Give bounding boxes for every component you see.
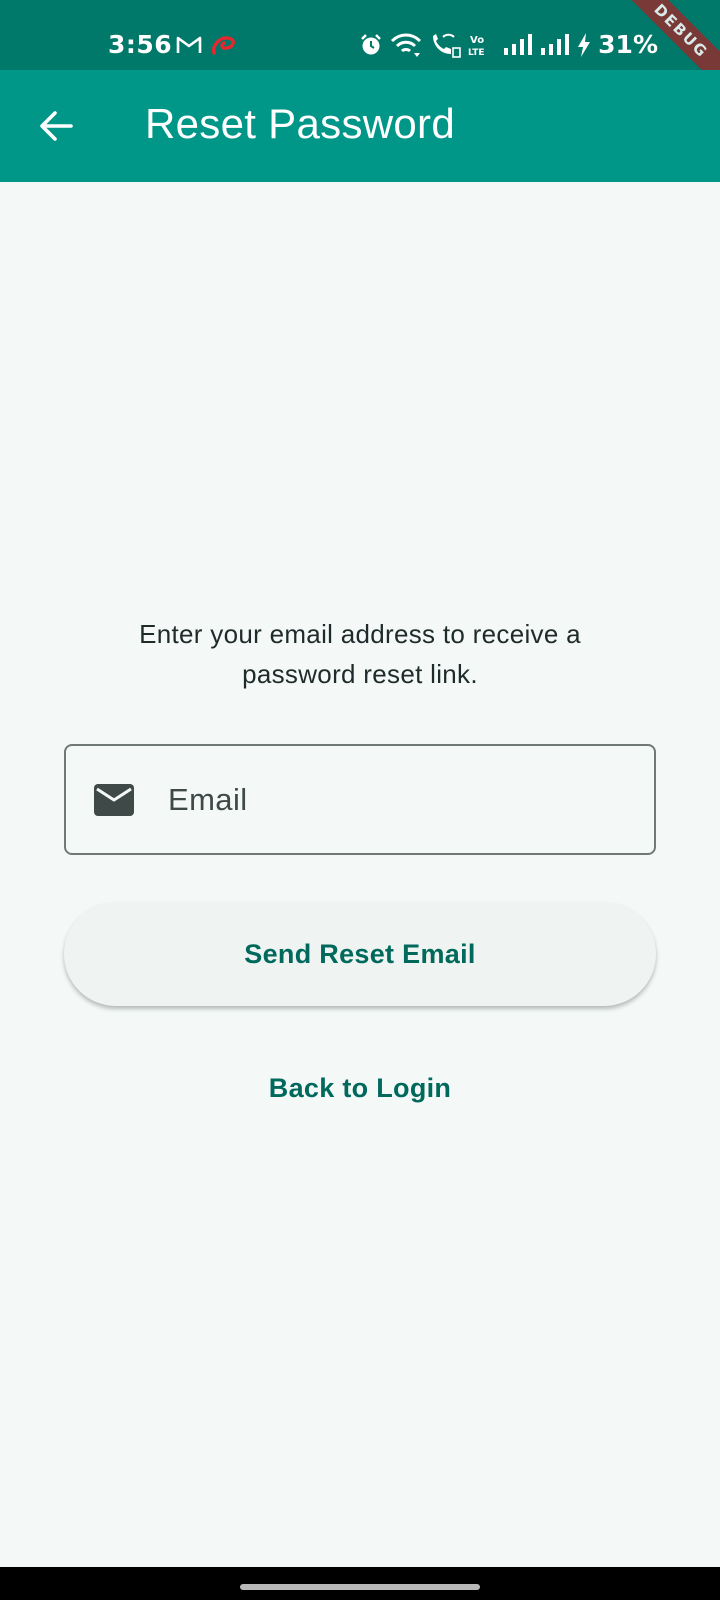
reset-password-screen: 3:56 Vo LTE 31% DEBUG Reset Password Ent… <box>0 0 720 1600</box>
instruction-text: Enter your email address to receive a pa… <box>139 619 581 689</box>
charging-icon <box>578 32 591 57</box>
alarm-icon <box>361 33 382 54</box>
status-left-icons <box>176 33 238 57</box>
email-field[interactable] <box>64 744 656 855</box>
signal-icon <box>541 33 570 55</box>
svg-text:Vo: Vo <box>470 35 484 46</box>
email-icon <box>94 784 134 816</box>
airtel-icon <box>212 36 235 55</box>
battery-percent: 31% <box>598 30 658 59</box>
arrow-back-icon <box>40 111 73 141</box>
page-title: Reset Password <box>145 100 455 147</box>
back-to-login-link[interactable]: Back to Login <box>240 1066 480 1110</box>
back-button[interactable] <box>28 98 84 154</box>
status-time: 3:56 <box>108 30 173 59</box>
wifi-calling-icon <box>433 33 461 58</box>
gmail-icon <box>176 36 202 53</box>
signal-icon <box>504 33 533 55</box>
svg-text:LTE: LTE <box>468 48 485 58</box>
home-gesture-handle[interactable] <box>240 1584 480 1590</box>
volte-icon: Vo LTE <box>468 35 485 58</box>
app-bar: Reset Password <box>0 70 720 182</box>
status-right-icons: Vo LTE 31% <box>359 30 658 59</box>
wifi-icon <box>391 33 422 57</box>
status-bar: 3:56 Vo LTE 31% DEBUG <box>0 0 720 101</box>
email-input[interactable] <box>168 772 628 828</box>
send-reset-email-button[interactable]: Send Reset Email <box>64 902 656 1006</box>
